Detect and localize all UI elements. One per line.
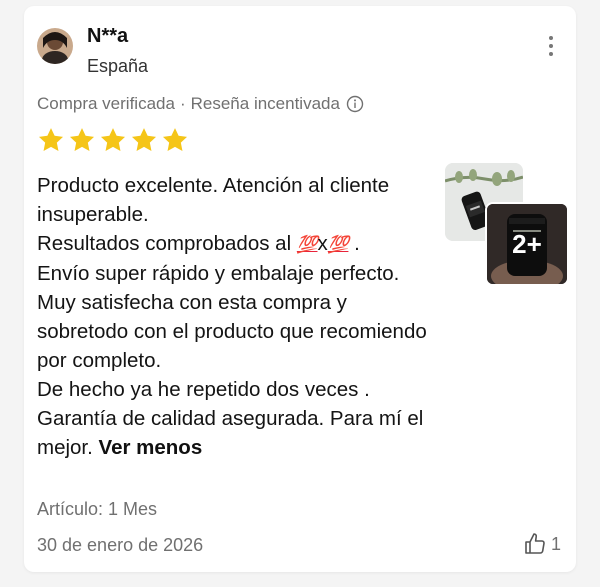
more-photos-count: 2+ bbox=[487, 204, 567, 284]
star-icon bbox=[162, 128, 188, 151]
hundred-points-icon: 💯 bbox=[327, 235, 349, 254]
info-icon[interactable] bbox=[346, 95, 364, 113]
star-icon bbox=[100, 128, 126, 151]
helpful-button[interactable]: 1 bbox=[523, 532, 561, 556]
verified-purchase-label: Compra verificada bbox=[37, 94, 175, 113]
thumbs-up-icon bbox=[525, 533, 545, 554]
review-photo-thumbnail-more[interactable]: 2+ bbox=[485, 202, 569, 286]
star-icon bbox=[38, 128, 64, 151]
hundred-points-icon: 💯 bbox=[296, 235, 318, 254]
meta-separator: · bbox=[179, 94, 186, 113]
avatar[interactable] bbox=[37, 28, 73, 64]
review-line-last: Garantía de calidad asegurada. Para mí e… bbox=[37, 407, 424, 459]
more-options-icon[interactable] bbox=[543, 36, 559, 62]
reviewer-country: España bbox=[87, 56, 149, 76]
reviewer-name: N**a bbox=[87, 25, 129, 47]
review-line: De hecho ya he repetido dos veces . bbox=[37, 378, 370, 401]
article-variant: Artículo: 1 Mes bbox=[37, 499, 158, 519]
review-body: Producto excelente. Atención al cliente … bbox=[37, 171, 442, 462]
emoji-period: . bbox=[354, 232, 360, 255]
review-date: 30 de enero de 2026 bbox=[37, 535, 204, 555]
incentivized-review-label: Reseña incentivada bbox=[190, 94, 340, 113]
star-icon bbox=[69, 128, 95, 151]
helpful-count: 1 bbox=[551, 533, 562, 554]
review-line-emoji: Resultados comprobados al 💯x💯 . bbox=[37, 229, 442, 259]
see-less-link[interactable]: Ver menos bbox=[99, 436, 203, 459]
star-rating bbox=[37, 126, 189, 154]
star-icon bbox=[131, 128, 157, 151]
review-card: N**a España Compra verificada · Reseña i… bbox=[24, 6, 576, 572]
emoji-times: x bbox=[317, 232, 328, 255]
review-line: Producto excelente. Atención al cliente … bbox=[37, 174, 390, 226]
review-line: Envío super rápido y embalaje perfecto. bbox=[37, 262, 400, 285]
review-meta: Compra verificada · Reseña incentivada bbox=[37, 94, 364, 114]
review-line: Muy satisfecha con esta compra y sobreto… bbox=[37, 291, 427, 372]
